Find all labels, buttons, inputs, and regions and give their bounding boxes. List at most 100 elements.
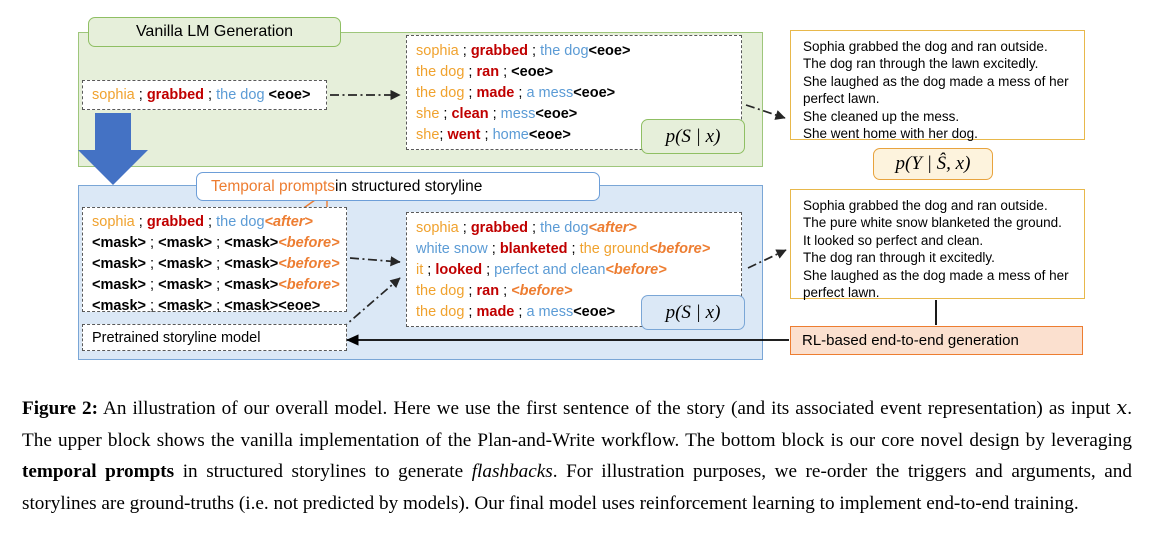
storyline-token: sophia bbox=[416, 220, 459, 236]
prob-chip-story-generation-label: p(Y | Ŝ, x) bbox=[895, 153, 971, 174]
caption-bold-phrase: temporal prompts bbox=[22, 461, 175, 482]
storyline-line: sophia ; grabbed ; the dog<eoe> bbox=[416, 41, 741, 62]
storyline-token: ; bbox=[499, 64, 512, 80]
storyline-token: <eoe> bbox=[535, 106, 578, 122]
prob-chip-storyline-top-label: p(S | x) bbox=[665, 125, 721, 147]
prob-chip-storyline-top: p(S | x) bbox=[641, 119, 745, 154]
storyline-token: ; bbox=[464, 64, 477, 80]
input-event-box: sophia ; grabbed ; the dog <eoe> bbox=[82, 80, 327, 110]
story-line: The pure white snow blanketed the ground… bbox=[803, 215, 1062, 231]
storyline-line: it ; looked ; perfect and clean<before> bbox=[416, 260, 741, 281]
storyline-line: <mask> ; <mask> ; <mask><before> bbox=[92, 254, 346, 275]
storyline-token: ; bbox=[514, 304, 527, 320]
storyline-token: ; bbox=[204, 214, 217, 230]
storyline-token: the ground bbox=[579, 241, 649, 257]
storyline-token: ; bbox=[212, 235, 225, 251]
figure-caption: Figure 2: An illustration of our overall… bbox=[22, 392, 1132, 519]
storyline-token: <eoe> bbox=[573, 304, 616, 320]
storyline-token: <mask> bbox=[158, 235, 213, 251]
storyline-token: <mask> bbox=[224, 256, 279, 272]
storyline-token: <mask> bbox=[92, 256, 147, 272]
story-line: The dog ran through it excitedly. bbox=[803, 250, 995, 266]
storyline-token: perfect and clean bbox=[494, 262, 606, 278]
storyline-token: the dog bbox=[416, 304, 465, 320]
storyline-token: <before> bbox=[278, 235, 340, 251]
storyline-token: ; bbox=[134, 86, 147, 103]
storyline-token: ; bbox=[146, 298, 159, 314]
storyline-token: <eoe> bbox=[573, 85, 616, 101]
storyline-token: <mask> bbox=[92, 277, 147, 293]
storyline-token: grabbed bbox=[146, 86, 205, 103]
storyline-token: blanketed bbox=[499, 241, 568, 257]
vanilla-story-output-lines: Sophia grabbed the dog and ran outside. T… bbox=[803, 38, 1074, 142]
storyline-line: <mask> ; <mask> ; <mask><before> bbox=[92, 275, 346, 296]
storyline-token: <mask> bbox=[158, 298, 213, 314]
storyline-token: the dog bbox=[216, 214, 265, 230]
storyline-token: <eoe> bbox=[278, 298, 321, 314]
storyline-token: sophia bbox=[416, 43, 459, 59]
masked-storyline-lines: sophia ; grabbed ; the dog<after> <mask> … bbox=[92, 212, 346, 317]
storyline-line: sophia ; grabbed ; the dog<after> bbox=[92, 212, 346, 233]
input-event-tokens: sophia ; grabbed ; the dog <eoe> bbox=[92, 85, 310, 106]
story-line: It looked so perfect and clean. bbox=[803, 232, 984, 248]
storyline-token: looked bbox=[435, 262, 483, 278]
temporal-prompt-header: Temporal prompts in structured storyline bbox=[196, 172, 600, 201]
caption-math-variable: x bbox=[1116, 396, 1128, 419]
storyline-token: she bbox=[416, 127, 440, 143]
storyline-token: <before> bbox=[278, 277, 340, 293]
prob-chip-story-generation: p(Y | Ŝ, x) bbox=[873, 148, 993, 180]
storyline-token: a mess bbox=[526, 304, 574, 320]
storyline-token: <mask> bbox=[92, 298, 147, 314]
story-line: Sophia grabbed the dog and ran outside. bbox=[803, 39, 1048, 54]
storyline-token: ; bbox=[212, 298, 225, 314]
storyline-token: ; bbox=[439, 106, 452, 122]
storyline-token: ; bbox=[464, 304, 477, 320]
storyline-token: ; bbox=[423, 262, 436, 278]
story-line: perfect lawn. bbox=[803, 285, 880, 301]
storyline-token: <eoe> bbox=[588, 43, 631, 59]
storyline-token: ; bbox=[146, 277, 159, 293]
storyline-token: <mask> bbox=[158, 256, 213, 272]
storyline-token: <mask> bbox=[158, 277, 213, 293]
storyline-line: the dog ; ran ; <eoe> bbox=[416, 62, 741, 83]
storyline-token: <eoe> bbox=[264, 86, 311, 103]
vanilla-story-output-box: Sophia grabbed the dog and ran outside. T… bbox=[790, 30, 1085, 142]
storyline-token: <before> bbox=[605, 262, 667, 278]
storyline-token: <mask> bbox=[224, 298, 279, 314]
storyline-line: <mask> ; <mask> ; <mask><before> bbox=[92, 233, 346, 254]
storyline-token: made bbox=[476, 304, 515, 320]
figure-illustration: Vanilla LM Generation Temporal prompts i… bbox=[0, 0, 1150, 385]
storyline-token: ; bbox=[458, 220, 471, 236]
storyline-token: the dog bbox=[216, 86, 265, 103]
rl-generation-banner: RL-based end-to-end generation bbox=[790, 326, 1083, 355]
storyline-token: went bbox=[447, 127, 481, 143]
vanilla-generation-header-label: Vanilla LM Generation bbox=[135, 23, 294, 40]
storyline-token: ; bbox=[464, 85, 477, 101]
storyline-token: <eoe> bbox=[528, 127, 571, 143]
storyline-token: ; bbox=[528, 43, 541, 59]
storyline-token: ran bbox=[476, 64, 500, 80]
storyline-token: <before> bbox=[511, 283, 573, 299]
prob-chip-storyline-bottom: p(S | x) bbox=[641, 295, 745, 330]
storyline-line: <mask> ; <mask> ; <mask><eoe> bbox=[92, 296, 346, 317]
storyline-token: she bbox=[416, 106, 440, 122]
rl-generation-banner-label: RL-based end-to-end generation bbox=[802, 332, 1019, 349]
figure-caption-label: Figure 2: bbox=[22, 398, 99, 419]
vanilla-generation-header: Vanilla LM Generation bbox=[88, 17, 341, 47]
story-line: She cleaned up the mess. bbox=[803, 108, 960, 124]
story-line: She went home with her dog. bbox=[803, 126, 978, 142]
story-line: She laughed as the dog made a mess of he… bbox=[803, 73, 1069, 89]
storyline-token: ; bbox=[464, 283, 477, 299]
storyline-line: the dog ; made ; a mess<eoe> bbox=[416, 83, 741, 104]
storyline-token: ran bbox=[476, 283, 500, 299]
storyline-token: ; bbox=[514, 85, 527, 101]
storyline-token: ; bbox=[567, 241, 580, 257]
storyline-token: the dog bbox=[416, 283, 465, 299]
temporal-prompt-header-rest: in structured storyline bbox=[335, 177, 483, 195]
pretrained-storyline-model-label: Pretrained storyline model bbox=[92, 329, 261, 346]
flashback-story-output-box: Sophia grabbed the dog and ran outside. T… bbox=[790, 189, 1085, 301]
storyline-token: the dog bbox=[540, 220, 589, 236]
storyline-token: grabbed bbox=[470, 220, 529, 236]
storyline-token: ; bbox=[480, 127, 493, 143]
masked-storyline-box: sophia ; grabbed ; the dog<after> <mask> … bbox=[82, 207, 347, 314]
